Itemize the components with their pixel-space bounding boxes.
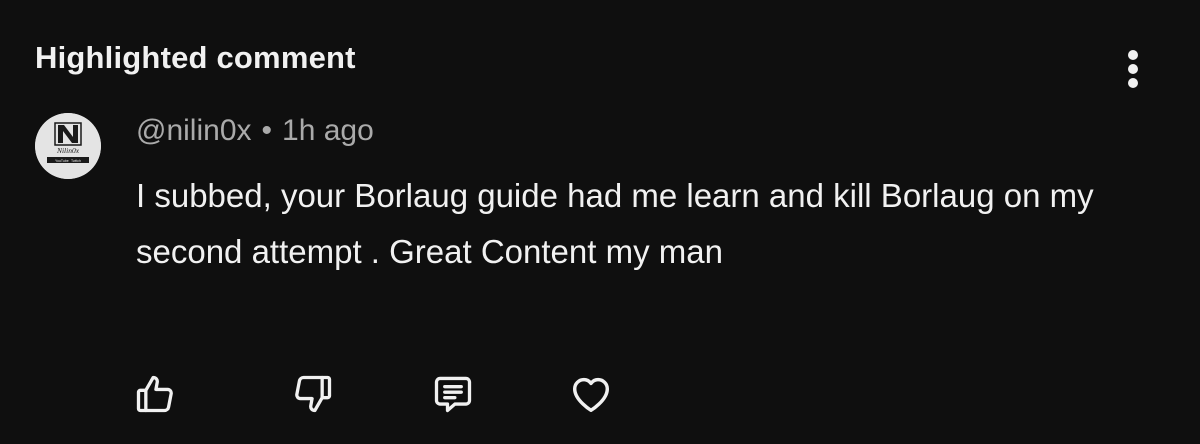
reply-comment-icon [434,376,472,413]
dislike-button[interactable] [288,370,338,418]
thumbs-down-icon [295,375,332,413]
avatar[interactable]: Nilin0x YouTube Twitch [35,113,101,179]
heart-button[interactable] [566,370,616,418]
more-options-button[interactable] [1112,44,1154,94]
like-button[interactable] [130,370,180,418]
meta-separator: • [261,114,273,147]
heart-icon [572,377,610,413]
svg-text:Nilin0x: Nilin0x [56,146,80,155]
channel-logo: Nilin0x YouTube Twitch [35,113,101,179]
comment-body: I subbed, your Borlaug guide had me lear… [136,177,1094,270]
more-vertical-icon [1128,50,1138,88]
comment-timestamp[interactable]: 1h ago [282,114,374,147]
comment-author[interactable]: @nilin0x [136,114,252,147]
thumbs-up-icon [136,375,173,413]
svg-text:Twitch: Twitch [71,159,81,163]
comment-meta: @nilin0x • 1h ago [136,114,374,148]
reply-button[interactable] [428,370,478,418]
svg-text:YouTube: YouTube [55,159,69,163]
section-title: Highlighted comment [35,40,356,75]
